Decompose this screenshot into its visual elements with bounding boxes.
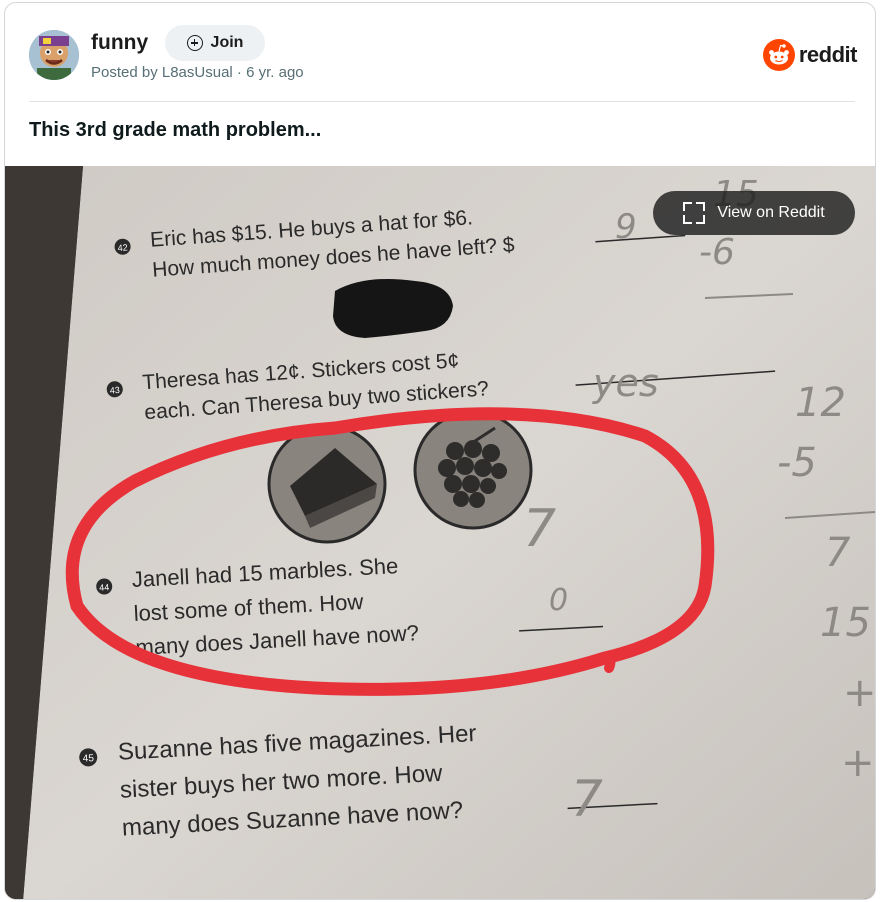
subreddit-name[interactable]: funny [91, 31, 148, 55]
reddit-wordmark: reddit [798, 42, 858, 67]
answer-44-b: 0 [549, 583, 568, 618]
margin-plus: + [843, 670, 876, 716]
margin-7: 7 [825, 530, 851, 576]
problem-44-number: 44 [99, 582, 110, 593]
post-card: funny Join Posted by L8asUsual · 6 yr. a… [4, 2, 876, 900]
join-label: Join [210, 34, 244, 51]
plus-circle-icon [186, 35, 203, 51]
problem-42-number: 42 [117, 242, 128, 253]
post-image[interactable]: 42 Eric has $15. He buys a hat for $6. H… [5, 166, 876, 899]
margin-minus-5: -5 [777, 440, 817, 486]
post-title[interactable]: This 3rd grade math problem... [29, 119, 321, 142]
grapes-picture [413, 410, 533, 530]
margin-plus-2: + [841, 740, 875, 786]
view-on-reddit-label: View on Reddit [717, 204, 825, 221]
problem-45-number: 45 [82, 753, 94, 765]
expand-icon [683, 202, 706, 224]
answer-44-a: 7 [523, 499, 556, 559]
post-header: funny Join Posted by L8asUsual · 6 yr. a… [5, 3, 875, 103]
margin-15: 15 [820, 600, 871, 646]
subreddit-avatar[interactable] [29, 30, 79, 80]
margin-12: 12 [795, 380, 846, 426]
join-button[interactable]: Join [165, 25, 265, 61]
reddit-alien-icon [762, 39, 795, 71]
header-divider [29, 101, 855, 102]
answer-45: 7 [571, 770, 603, 828]
cheese-picture [267, 424, 387, 544]
view-on-reddit-button[interactable]: View on Reddit [653, 191, 855, 235]
answer-42: 9 [615, 207, 637, 247]
reddit-logo[interactable]: reddit [762, 39, 858, 71]
post-meta: Posted by L8asUsual · 6 yr. ago [91, 64, 304, 81]
answer-43: yes [592, 361, 659, 405]
problem-43-number: 43 [109, 385, 120, 396]
worksheet-photo: 42 Eric has $15. He buys a hat for $6. H… [5, 166, 876, 899]
work-42-bottom: -6 [699, 232, 735, 273]
